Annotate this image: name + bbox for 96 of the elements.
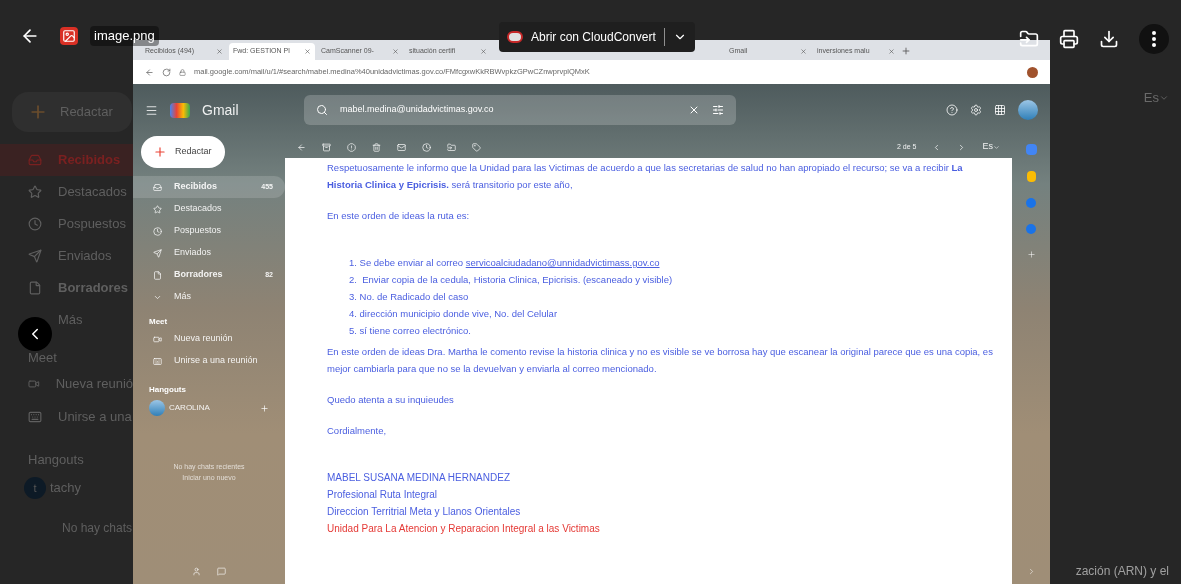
lock-icon bbox=[179, 68, 186, 76]
close-icon[interactable] bbox=[480, 48, 487, 55]
section-heading: Hangouts bbox=[148, 384, 187, 396]
signature-line: Direccion Territrial Meta y Llanos Orientales bbox=[327, 505, 521, 519]
nav-item[interactable]: Más bbox=[0, 304, 133, 336]
new-tab-icon[interactable] bbox=[901, 46, 911, 56]
section-heading: Meet bbox=[27, 349, 58, 367]
close-icon[interactable] bbox=[888, 48, 895, 55]
close-icon[interactable] bbox=[304, 48, 311, 55]
close-icon[interactable] bbox=[216, 48, 223, 55]
nav-icon bbox=[28, 249, 42, 263]
email-paragraph: En este orden de ideas Dra. Martha le comento revise la historia clinica y no es visible se ve borrosa hay que escanear la original parece que es una copia, es mejor cambiarla para que no se la devuelvan y enviarla al correo mencionado. bbox=[327, 345, 994, 376]
nav-item[interactable]: Borradores bbox=[0, 272, 133, 304]
plus-icon bbox=[153, 145, 167, 159]
nav-item[interactable]: Destacados bbox=[0, 176, 133, 208]
video-icon bbox=[153, 334, 162, 344]
nav-icon bbox=[28, 185, 42, 199]
download-icon[interactable] bbox=[1099, 29, 1119, 49]
list-item: 4. dirección municipio donde vive, No. del Celular bbox=[349, 307, 559, 321]
nav-item[interactable]: Pospuestos bbox=[0, 208, 133, 240]
help-icon[interactable] bbox=[946, 104, 958, 116]
previous-button[interactable] bbox=[18, 317, 52, 351]
contact-avatar: t bbox=[24, 477, 46, 499]
meet-item[interactable]: Unirse a una bbox=[0, 400, 133, 434]
meet-item[interactable]: Unirse a una reunión bbox=[133, 350, 285, 372]
apps-icon[interactable] bbox=[994, 104, 1006, 116]
keyboard-icon bbox=[153, 356, 162, 366]
nav-item[interactable]: Pospuestos bbox=[133, 220, 285, 242]
nav-icon bbox=[153, 182, 162, 192]
signature-line: Profesional Ruta Integral bbox=[327, 488, 438, 502]
email-paragraph: Respetuosamente le informo que la Unidad para las Victimas de acuerdo a que las secretarias de salud no han apropiado el recurso; se va a recibir La Historia Clinica y Epicrisis. será transitorio por este año, bbox=[327, 161, 964, 192]
list-item: 2. Enviar copia de la cedula, Historia Clinica, Epicrisis. (escaneado y visible) bbox=[349, 273, 674, 287]
signature-line: MABEL SUSANA MEDINA HERNANDEZ bbox=[327, 471, 510, 485]
meet-item[interactable]: Nueva reunió bbox=[0, 367, 133, 401]
nav-item[interactable]: Destacados bbox=[133, 198, 285, 220]
compose-button[interactable]: Redactar bbox=[141, 136, 225, 168]
spam-icon[interactable] bbox=[347, 142, 356, 152]
language-selector[interactable]: Es bbox=[982, 140, 1000, 154]
print-icon[interactable] bbox=[1059, 29, 1079, 49]
signature-line: Unidad Para La Atencion y Reparacion Integral a las Victimas bbox=[327, 522, 600, 536]
section-heading: Hangouts bbox=[27, 450, 85, 469]
mail-icon[interactable] bbox=[397, 142, 406, 152]
filter-icon[interactable] bbox=[712, 104, 724, 116]
email-paragraph: Cordialmente, bbox=[327, 424, 388, 438]
nav-icon bbox=[153, 226, 162, 236]
meet-item[interactable]: Nueva reunión bbox=[133, 328, 285, 350]
language-selector[interactable]: Es bbox=[1143, 88, 1169, 108]
more-icon bbox=[1152, 31, 1156, 47]
close-icon[interactable] bbox=[392, 48, 399, 55]
archive-icon[interactable] bbox=[322, 142, 331, 152]
contact-name[interactable]: tachy bbox=[50, 478, 82, 498]
plus-icon[interactable] bbox=[260, 403, 269, 413]
person-icon[interactable] bbox=[192, 567, 201, 576]
search-field[interactable]: mabel.medina@unidadvictimas.gov.co bbox=[304, 95, 736, 125]
profile-avatar[interactable] bbox=[1027, 66, 1038, 78]
nav-icon bbox=[153, 204, 162, 214]
list-item: 5. sí tiene correo electrónico. bbox=[349, 324, 472, 338]
menu-icon[interactable] bbox=[145, 103, 158, 117]
folder-icon[interactable] bbox=[447, 142, 456, 152]
contact-name[interactable]: CAROLINA bbox=[169, 402, 256, 414]
chat-icon[interactable] bbox=[217, 567, 226, 576]
trash-icon[interactable] bbox=[372, 142, 381, 152]
section-heading: Meet bbox=[148, 316, 169, 328]
account-avatar[interactable] bbox=[1018, 100, 1038, 120]
caret-icon bbox=[993, 143, 1000, 151]
plus-icon[interactable] bbox=[1026, 250, 1036, 259]
clock-icon[interactable] bbox=[422, 142, 431, 152]
email-link[interactable]: servicoalciudadano@unnidadvictimass.gov.co bbox=[465, 257, 660, 268]
email-paragraph: Quedo atenta a su inquieudes bbox=[327, 393, 455, 407]
nav-item[interactable]: Más bbox=[133, 286, 285, 308]
close-icon[interactable] bbox=[800, 48, 807, 55]
reload-icon[interactable] bbox=[162, 67, 171, 77]
tag-icon[interactable] bbox=[472, 142, 481, 152]
image-file-icon bbox=[60, 27, 78, 45]
nav-icon bbox=[153, 248, 162, 258]
list-item: 3. No. de Radicado del caso bbox=[349, 290, 470, 304]
app-name: Gmail bbox=[202, 100, 240, 120]
nav-icon bbox=[28, 153, 42, 167]
nav-icon bbox=[153, 270, 162, 280]
open-with-button[interactable]: Abrir con CloudConvert bbox=[499, 22, 695, 52]
contact-avatar bbox=[149, 400, 165, 416]
nav-item[interactable]: Enviados bbox=[133, 242, 285, 264]
file-name: image.png bbox=[90, 26, 159, 46]
list-item: 1. Se debe enviar al correo servicoalciudadano@unnidadvictimass.gov.co bbox=[349, 256, 661, 270]
email-paragraph: En este orden de ideas la ruta es: bbox=[327, 209, 471, 223]
video-icon bbox=[28, 377, 40, 391]
search-icon bbox=[316, 104, 328, 116]
empty-chats-text: No hay chats bbox=[61, 520, 133, 537]
nav-item[interactable]: Enviados bbox=[0, 240, 133, 272]
settings-icon[interactable] bbox=[970, 104, 982, 116]
more-button[interactable] bbox=[1139, 24, 1169, 54]
keyboard-icon bbox=[28, 410, 42, 424]
nav-icon bbox=[28, 281, 42, 295]
body-text: zación (ARN) y el bbox=[1075, 563, 1169, 580]
close-icon[interactable] bbox=[688, 104, 700, 116]
nav-icon bbox=[28, 217, 42, 231]
